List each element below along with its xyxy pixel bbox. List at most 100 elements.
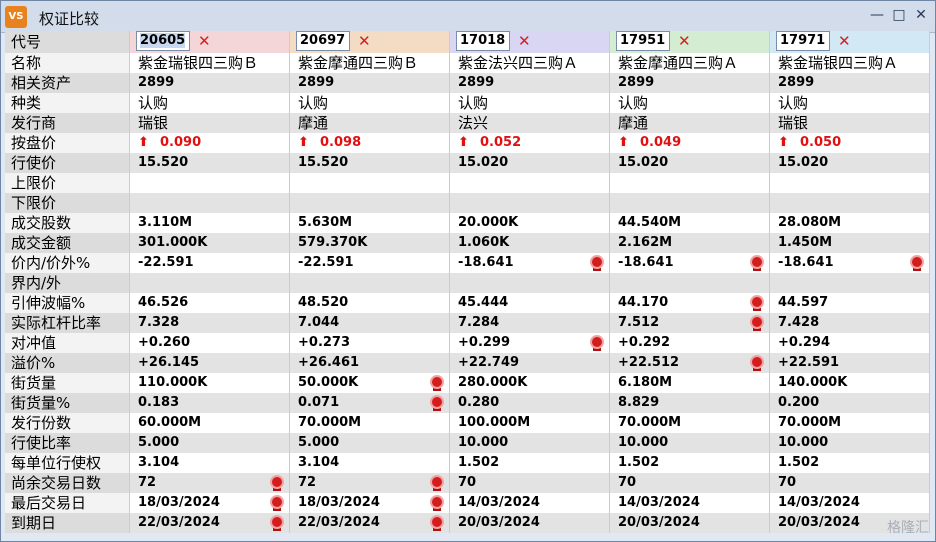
cell-value: +22.591 — [778, 355, 840, 370]
table-row: 上限价 — [5, 173, 931, 193]
value-cell — [610, 273, 770, 293]
value-cell: 认购 — [770, 93, 930, 113]
value-cell: 22/03/2024 — [130, 513, 290, 533]
value-cell — [290, 273, 450, 293]
code-input[interactable]: 20605 — [136, 31, 190, 51]
row-label: 发行份数 — [5, 413, 130, 433]
cell-value: 0.052 — [480, 135, 522, 150]
code-input[interactable]: 20697 — [296, 31, 350, 51]
value-cell: 认购 — [610, 93, 770, 113]
cell-value: -22.591 — [138, 255, 194, 270]
value-cell: 15.020 — [610, 153, 770, 173]
cell-value: +22.749 — [458, 355, 520, 370]
code-cell: 20605 ✕ — [130, 31, 290, 53]
value-cell: 摩通 — [610, 113, 770, 133]
row-label: 行使比率 — [5, 433, 130, 453]
minimize-button[interactable]: — — [869, 7, 885, 23]
cell-value: 46.526 — [138, 295, 189, 310]
row-label: 最后交易日 — [5, 493, 130, 513]
table-row: 街货量% 0.183 0.071 0.280 8.829 0.200 — [5, 393, 931, 413]
row-label: 尚余交易日数 — [5, 473, 130, 493]
row-label: 种类 — [5, 93, 130, 113]
cell-value: 0.200 — [778, 395, 820, 410]
value-cell: 18/03/2024 — [130, 493, 290, 513]
cell-value: 1.502 — [618, 455, 660, 470]
cell-value: 2899 — [618, 75, 655, 90]
value-cell: ⬆ 0.049 — [610, 133, 770, 153]
value-cell: 7.328 — [130, 313, 290, 333]
table-row: 实际杠杆比率 7.328 7.044 7.284 7.512 7.428 — [5, 313, 931, 333]
value-cell — [610, 173, 770, 193]
cell-value: +0.260 — [138, 335, 191, 350]
cell-value: 7.428 — [778, 315, 820, 330]
value-cell: 0.280 — [450, 393, 610, 413]
close-button[interactable]: ✕ — [913, 7, 929, 23]
cell-value: 15.520 — [298, 155, 349, 170]
value-cell: -18.641 — [450, 253, 610, 273]
value-cell: 3.104 — [290, 453, 450, 473]
value-cell: 301.000K — [130, 233, 290, 253]
cell-value: +26.145 — [138, 355, 200, 370]
restore-button[interactable]: □ — [891, 7, 907, 23]
value-cell: 60.000M — [130, 413, 290, 433]
award-ribbon-icon — [270, 515, 284, 531]
cell-value: 70.000M — [778, 415, 842, 430]
cell-value: 2899 — [778, 75, 815, 90]
watermark: 格隆汇 — [887, 520, 929, 536]
cell-value: 15.020 — [618, 155, 669, 170]
value-cell: 7.512 — [610, 313, 770, 333]
value-cell — [610, 193, 770, 213]
row-label: 每单位行使权 — [5, 453, 130, 473]
value-cell: 紫金瑞银四三购Ａ — [770, 53, 930, 73]
table-row: 每单位行使权 3.104 3.104 1.502 1.502 1.502 — [5, 453, 931, 473]
cell-value: 2899 — [138, 75, 175, 90]
value-cell: 14/03/2024 — [610, 493, 770, 513]
remove-icon[interactable]: ✕ — [198, 31, 211, 51]
row-label: 实际杠杆比率 — [5, 313, 130, 333]
value-cell: -22.591 — [130, 253, 290, 273]
remove-icon[interactable]: ✕ — [838, 31, 851, 51]
cell-value: +26.461 — [298, 355, 360, 370]
value-cell: 0.183 — [130, 393, 290, 413]
cell-value: +0.294 — [778, 335, 831, 350]
comparison-table: 代号 20605 ✕ 20697 ✕ 17018 ✕ 17951 ✕ 17971 ✕ 名称 紫金瑞银… — [5, 31, 931, 533]
award-ribbon-icon — [430, 375, 444, 391]
row-label: 发行商 — [5, 113, 130, 133]
value-cell: 110.000K — [130, 373, 290, 393]
cell-value: 18/03/2024 — [298, 495, 380, 510]
window-title: 权证比较 — [39, 10, 100, 28]
cell-value: 22/03/2024 — [138, 515, 220, 530]
row-label: 下限价 — [5, 193, 130, 213]
award-ribbon-icon — [750, 315, 764, 331]
value-cell — [770, 273, 930, 293]
value-cell: 70 — [770, 473, 930, 493]
code-value: 17018 — [460, 33, 506, 48]
code-input[interactable]: 17018 — [456, 31, 510, 51]
cell-value: 100.000M — [458, 415, 531, 430]
table-row: 发行商 瑞银 摩通 法兴 摩通 瑞银 — [5, 113, 931, 133]
value-cell: 100.000M — [450, 413, 610, 433]
cell-value: +0.299 — [458, 335, 511, 350]
cell-value: 认购 — [138, 94, 169, 112]
value-cell: 72 — [130, 473, 290, 493]
value-cell: +0.260 — [130, 333, 290, 353]
cell-value: 摩通 — [618, 114, 649, 132]
table-row: 名称 紫金瑞银四三购Ｂ 紫金摩通四三购Ｂ 紫金法兴四三购Ａ 紫金摩通四三购Ａ 紫金瑞银四三… — [5, 53, 931, 73]
cell-value: 72 — [298, 475, 317, 490]
remove-icon[interactable]: ✕ — [518, 31, 531, 51]
code-input[interactable]: 17971 — [776, 31, 830, 51]
value-cell: 2899 — [610, 73, 770, 93]
cell-value: 15.020 — [458, 155, 509, 170]
code-value: 17971 — [780, 33, 826, 48]
remove-icon[interactable]: ✕ — [678, 31, 691, 51]
cell-value: +22.512 — [618, 355, 680, 370]
cell-value: 3.104 — [138, 455, 180, 470]
cell-value: 45.444 — [458, 295, 509, 310]
table-row: 尚余交易日数 72 72 70 70 70 — [5, 473, 931, 493]
cell-value: 44.540M — [618, 215, 682, 230]
remove-icon[interactable]: ✕ — [358, 31, 371, 51]
row-label: 到期日 — [5, 513, 130, 533]
cell-value: 44.170 — [618, 295, 669, 310]
code-input[interactable]: 17951 — [616, 31, 670, 51]
value-cell: -18.641 — [610, 253, 770, 273]
